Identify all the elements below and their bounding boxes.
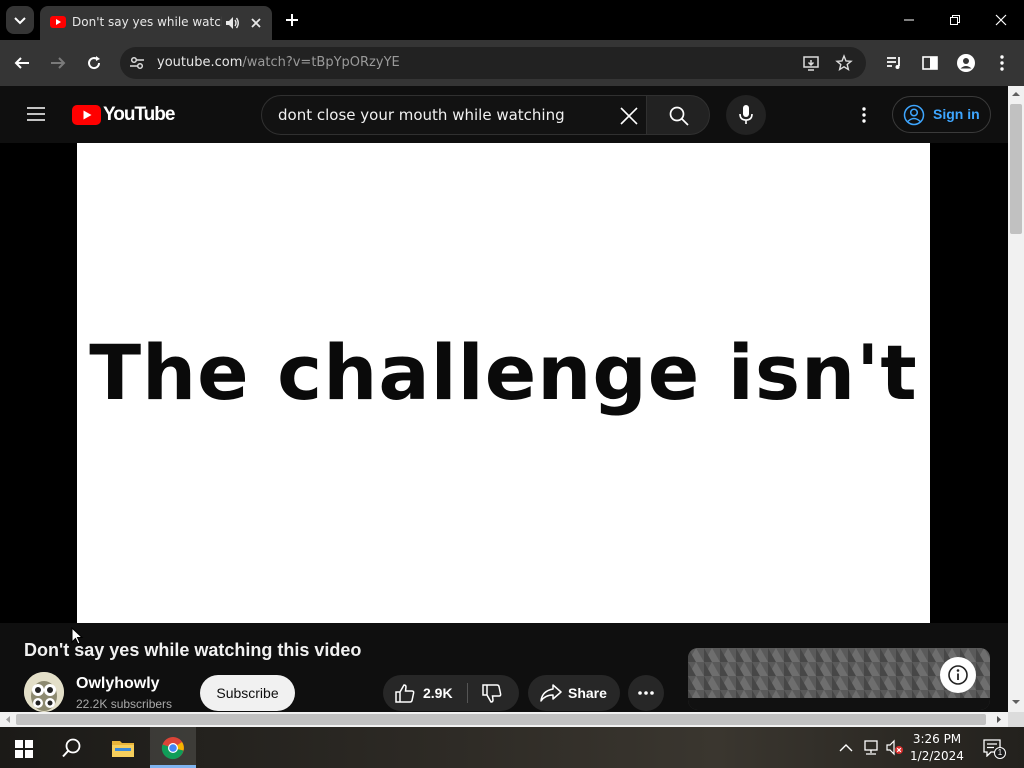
site-info-icon[interactable] bbox=[128, 54, 146, 72]
close-window-icon[interactable] bbox=[992, 12, 1010, 28]
side-panel-icon[interactable] bbox=[921, 54, 939, 72]
thumbs-up-icon bbox=[395, 684, 415, 703]
network-icon[interactable] bbox=[862, 739, 880, 757]
share-label: Share bbox=[568, 685, 607, 701]
speaker-icon[interactable] bbox=[224, 15, 240, 31]
video-frame[interactable]: The challenge isn't bbox=[77, 143, 930, 623]
like-dislike-group: 2.9K bbox=[383, 675, 519, 711]
show-hidden-icons-icon[interactable] bbox=[838, 741, 854, 755]
url-path: /watch?v=tBpYpORzyYE bbox=[242, 55, 400, 70]
share-button[interactable]: Share bbox=[528, 675, 620, 711]
clear-search-icon[interactable] bbox=[619, 106, 639, 126]
windows-start-icon[interactable] bbox=[15, 740, 33, 758]
channel-name[interactable]: Owlyhowly bbox=[76, 675, 160, 693]
chevron-down-icon bbox=[14, 17, 26, 25]
new-tab-icon[interactable] bbox=[282, 10, 302, 30]
recommended-video-thumbnail[interactable] bbox=[688, 648, 990, 710]
more-actions-button[interactable] bbox=[628, 675, 664, 711]
settings-more-icon[interactable] bbox=[854, 105, 874, 125]
owl-avatar-icon bbox=[24, 672, 64, 712]
profile-icon[interactable] bbox=[956, 53, 976, 73]
dislike-button[interactable] bbox=[468, 675, 519, 711]
close-tab-icon[interactable] bbox=[248, 15, 264, 31]
sign-in-label: Sign in bbox=[933, 106, 980, 122]
restore-icon[interactable] bbox=[946, 12, 964, 28]
scroll-down-arrow-icon[interactable] bbox=[1010, 697, 1022, 707]
thumbs-down-icon bbox=[482, 684, 502, 703]
tab-title: Don't say yes while watching this video bbox=[72, 15, 222, 29]
video-caption-text: The challenge isn't bbox=[89, 328, 918, 417]
info-icon bbox=[948, 665, 968, 685]
mouse-cursor-icon bbox=[71, 627, 84, 645]
scroll-right-arrow-icon[interactable] bbox=[994, 714, 1004, 725]
volume-muted-icon[interactable] bbox=[885, 739, 905, 757]
youtube-logo[interactable]: YouTube bbox=[72, 104, 175, 126]
search-button[interactable] bbox=[646, 95, 710, 135]
vertical-scroll-thumb[interactable] bbox=[1010, 104, 1022, 234]
address-bar[interactable]: youtube.com/watch?v=tBpYpORzyYE bbox=[120, 47, 866, 79]
more-horizontal-icon bbox=[638, 691, 654, 695]
notification-count: 1 bbox=[994, 747, 1006, 759]
reload-icon[interactable] bbox=[84, 53, 104, 73]
bookmark-star-icon[interactable] bbox=[835, 54, 853, 72]
chrome-icon bbox=[161, 737, 184, 760]
info-button[interactable] bbox=[940, 657, 976, 693]
hamburger-menu-icon[interactable] bbox=[26, 105, 46, 123]
media-control-icon[interactable] bbox=[885, 54, 903, 72]
browser-tab[interactable]: Don't say yes while watching this video bbox=[40, 6, 272, 40]
forward-arrow-icon[interactable] bbox=[48, 53, 68, 73]
horizontal-scroll-thumb[interactable] bbox=[16, 714, 986, 725]
share-icon bbox=[540, 684, 562, 702]
microphone-icon bbox=[739, 105, 753, 124]
search-query: dont close your mouth while watching bbox=[278, 106, 565, 124]
voice-search-button[interactable] bbox=[726, 95, 766, 135]
subscriber-count: 22.2K subscribers bbox=[76, 697, 173, 711]
youtube-logo-icon bbox=[72, 105, 101, 125]
file-explorer-icon[interactable] bbox=[111, 738, 135, 758]
minimize-icon[interactable] bbox=[900, 12, 918, 28]
like-count: 2.9K bbox=[423, 685, 453, 701]
clock-date: 1/2/2024 bbox=[910, 749, 964, 763]
channel-avatar[interactable] bbox=[24, 672, 64, 712]
install-app-icon[interactable] bbox=[802, 54, 820, 72]
clock-time: 3:26 PM bbox=[912, 732, 962, 746]
taskbar-clock[interactable]: 3:26 PM 1/2/2024 bbox=[905, 731, 969, 765]
chrome-menu-icon[interactable] bbox=[992, 53, 1012, 73]
subscribe-button[interactable]: Subscribe bbox=[200, 675, 295, 711]
scrollbar-corner bbox=[1008, 712, 1024, 727]
youtube-favicon-icon bbox=[50, 16, 66, 28]
url-host: youtube.com bbox=[157, 55, 243, 70]
tab-search-button[interactable] bbox=[6, 6, 34, 34]
scroll-left-arrow-icon[interactable] bbox=[3, 714, 13, 725]
back-arrow-icon[interactable] bbox=[12, 53, 32, 73]
sign-in-button[interactable]: Sign in bbox=[892, 96, 991, 133]
notification-center-button[interactable]: 1 bbox=[980, 735, 1008, 761]
search-input[interactable]: dont close your mouth while watching bbox=[261, 95, 647, 135]
account-icon bbox=[903, 104, 925, 126]
search-icon bbox=[669, 106, 689, 126]
search-taskbar-icon[interactable] bbox=[61, 737, 83, 759]
like-button[interactable]: 2.9K bbox=[383, 675, 467, 711]
youtube-logo-text: YouTube bbox=[103, 104, 175, 125]
chrome-taskbar-button[interactable] bbox=[150, 727, 196, 768]
scroll-up-arrow-icon[interactable] bbox=[1010, 89, 1022, 99]
url-text: youtube.com/watch?v=tBpYpORzyYE bbox=[157, 55, 400, 70]
